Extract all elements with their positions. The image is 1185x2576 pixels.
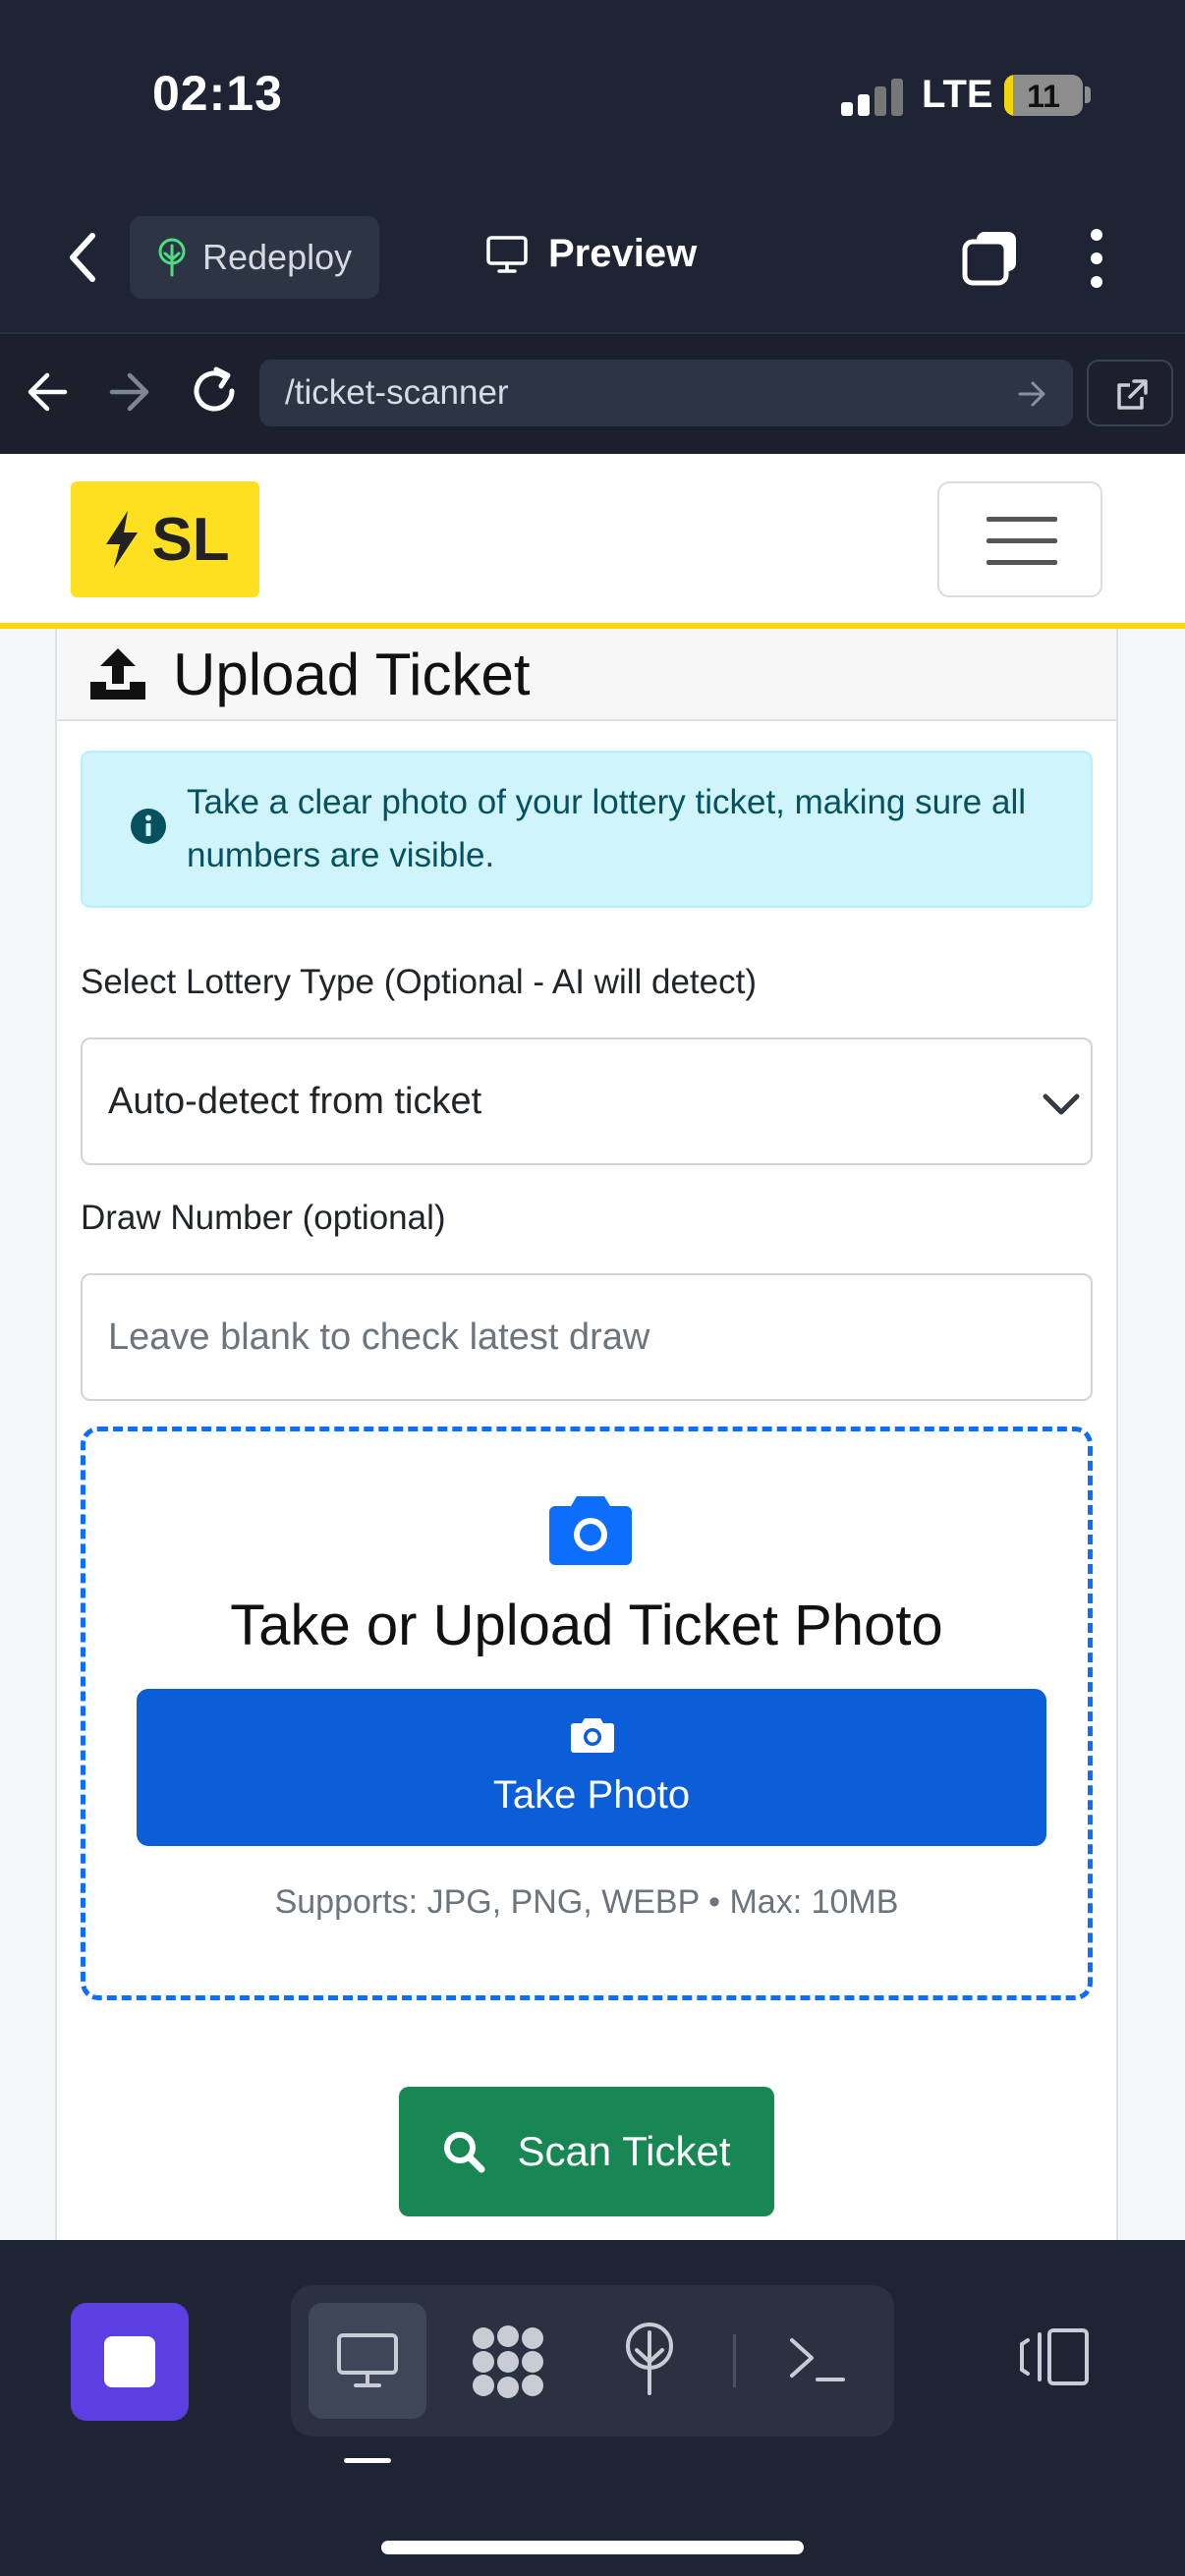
search-icon	[444, 2132, 485, 2173]
more-vertical-icon[interactable]	[1081, 226, 1112, 291]
open-external-button[interactable]	[1087, 360, 1173, 426]
go-arrow-icon[interactable]	[1016, 377, 1049, 411]
url-input[interactable]: /ticket-scanner	[259, 360, 1073, 426]
back-chevron-icon[interactable]	[61, 228, 104, 287]
site-logo[interactable]: SL	[71, 481, 259, 597]
redeploy-button[interactable]: Redeploy	[130, 216, 379, 299]
battery-tip	[1085, 86, 1091, 103]
deploy-tree-icon	[158, 238, 186, 277]
battery-percent: 11	[1027, 79, 1060, 114]
redeploy-label: Redeploy	[202, 237, 353, 277]
card-title: Upload Ticket	[173, 641, 531, 707]
take-photo-label: Take Photo	[492, 1773, 691, 1817]
supported-formats-note: Supports: JPG, PNG, WEBP • Max: 10MB	[274, 1883, 899, 1921]
browser-forward-icon[interactable]	[108, 369, 151, 415]
info-alert: Take a clear photo of your lottery ticke…	[81, 751, 1093, 908]
lottery-type-value: Auto-detect from ticket	[108, 1080, 482, 1122]
info-icon	[131, 809, 166, 844]
battery-icon: 11	[1004, 75, 1083, 116]
lottery-type-label: Select Lottery Type (Optional - AI will …	[81, 963, 758, 1001]
preview-label: Preview	[548, 232, 698, 275]
upload-icon	[90, 648, 145, 700]
logo-text: SL	[151, 505, 230, 574]
camera-icon	[549, 1496, 632, 1565]
scan-ticket-label: Scan Ticket	[517, 2128, 731, 2174]
lottery-type-select[interactable]: Auto-detect from ticket	[81, 1037, 1093, 1165]
upload-card: Upload Ticket Take a clear photo of your…	[55, 629, 1118, 2240]
url-text: /ticket-scanner	[285, 373, 509, 412]
tool-preview-active[interactable]	[309, 2303, 426, 2419]
reload-icon[interactable]	[189, 365, 240, 417]
status-time: 02:13	[152, 66, 283, 121]
tabs-icon[interactable]	[961, 228, 1020, 287]
stop-button[interactable]	[71, 2303, 189, 2421]
site-navbar: SL	[0, 454, 1185, 629]
active-tool-indicator	[344, 2458, 391, 2463]
cellular-signal-icon	[841, 79, 904, 116]
grid-dots-icon[interactable]	[470, 2324, 546, 2399]
web-page: SL Upload Ticket Take a clear photo of y…	[0, 454, 1185, 2240]
monitor-icon	[337, 2333, 398, 2387]
draw-number-label: Draw Number (optional)	[81, 1199, 446, 1237]
lightning-icon	[106, 511, 139, 568]
photo-dropzone[interactable]: Take or Upload Ticket Photo Take Photo S…	[81, 1427, 1093, 2000]
take-photo-button[interactable]: Take Photo	[137, 1689, 1046, 1846]
stop-icon	[104, 2336, 155, 2387]
external-link-icon	[1117, 379, 1148, 410]
scan-ticket-button[interactable]: Scan Ticket	[399, 2087, 774, 2216]
monitor-icon	[486, 235, 528, 273]
alert-text: Take a clear photo of your lottery ticke…	[187, 783, 1027, 874]
home-indicator[interactable]	[381, 2541, 804, 2554]
network-type: LTE	[922, 73, 993, 116]
browser-back-icon[interactable]	[26, 369, 69, 415]
camera-icon	[571, 1718, 614, 1753]
tool-divider	[733, 2334, 736, 2387]
dropzone-title: Take or Upload Ticket Photo	[230, 1594, 943, 1657]
panel-layout-icon[interactable]	[1018, 2326, 1091, 2387]
preview-tab[interactable]: Preview	[485, 232, 697, 276]
card-header: Upload Ticket	[57, 629, 1116, 721]
draw-number-input[interactable]	[81, 1273, 1093, 1401]
chevron-down-icon	[1043, 1093, 1080, 1115]
menu-toggle-button[interactable]	[937, 481, 1102, 597]
terminal-icon[interactable]	[786, 2332, 847, 2385]
deploy-tree-icon[interactable]	[621, 2323, 678, 2395]
